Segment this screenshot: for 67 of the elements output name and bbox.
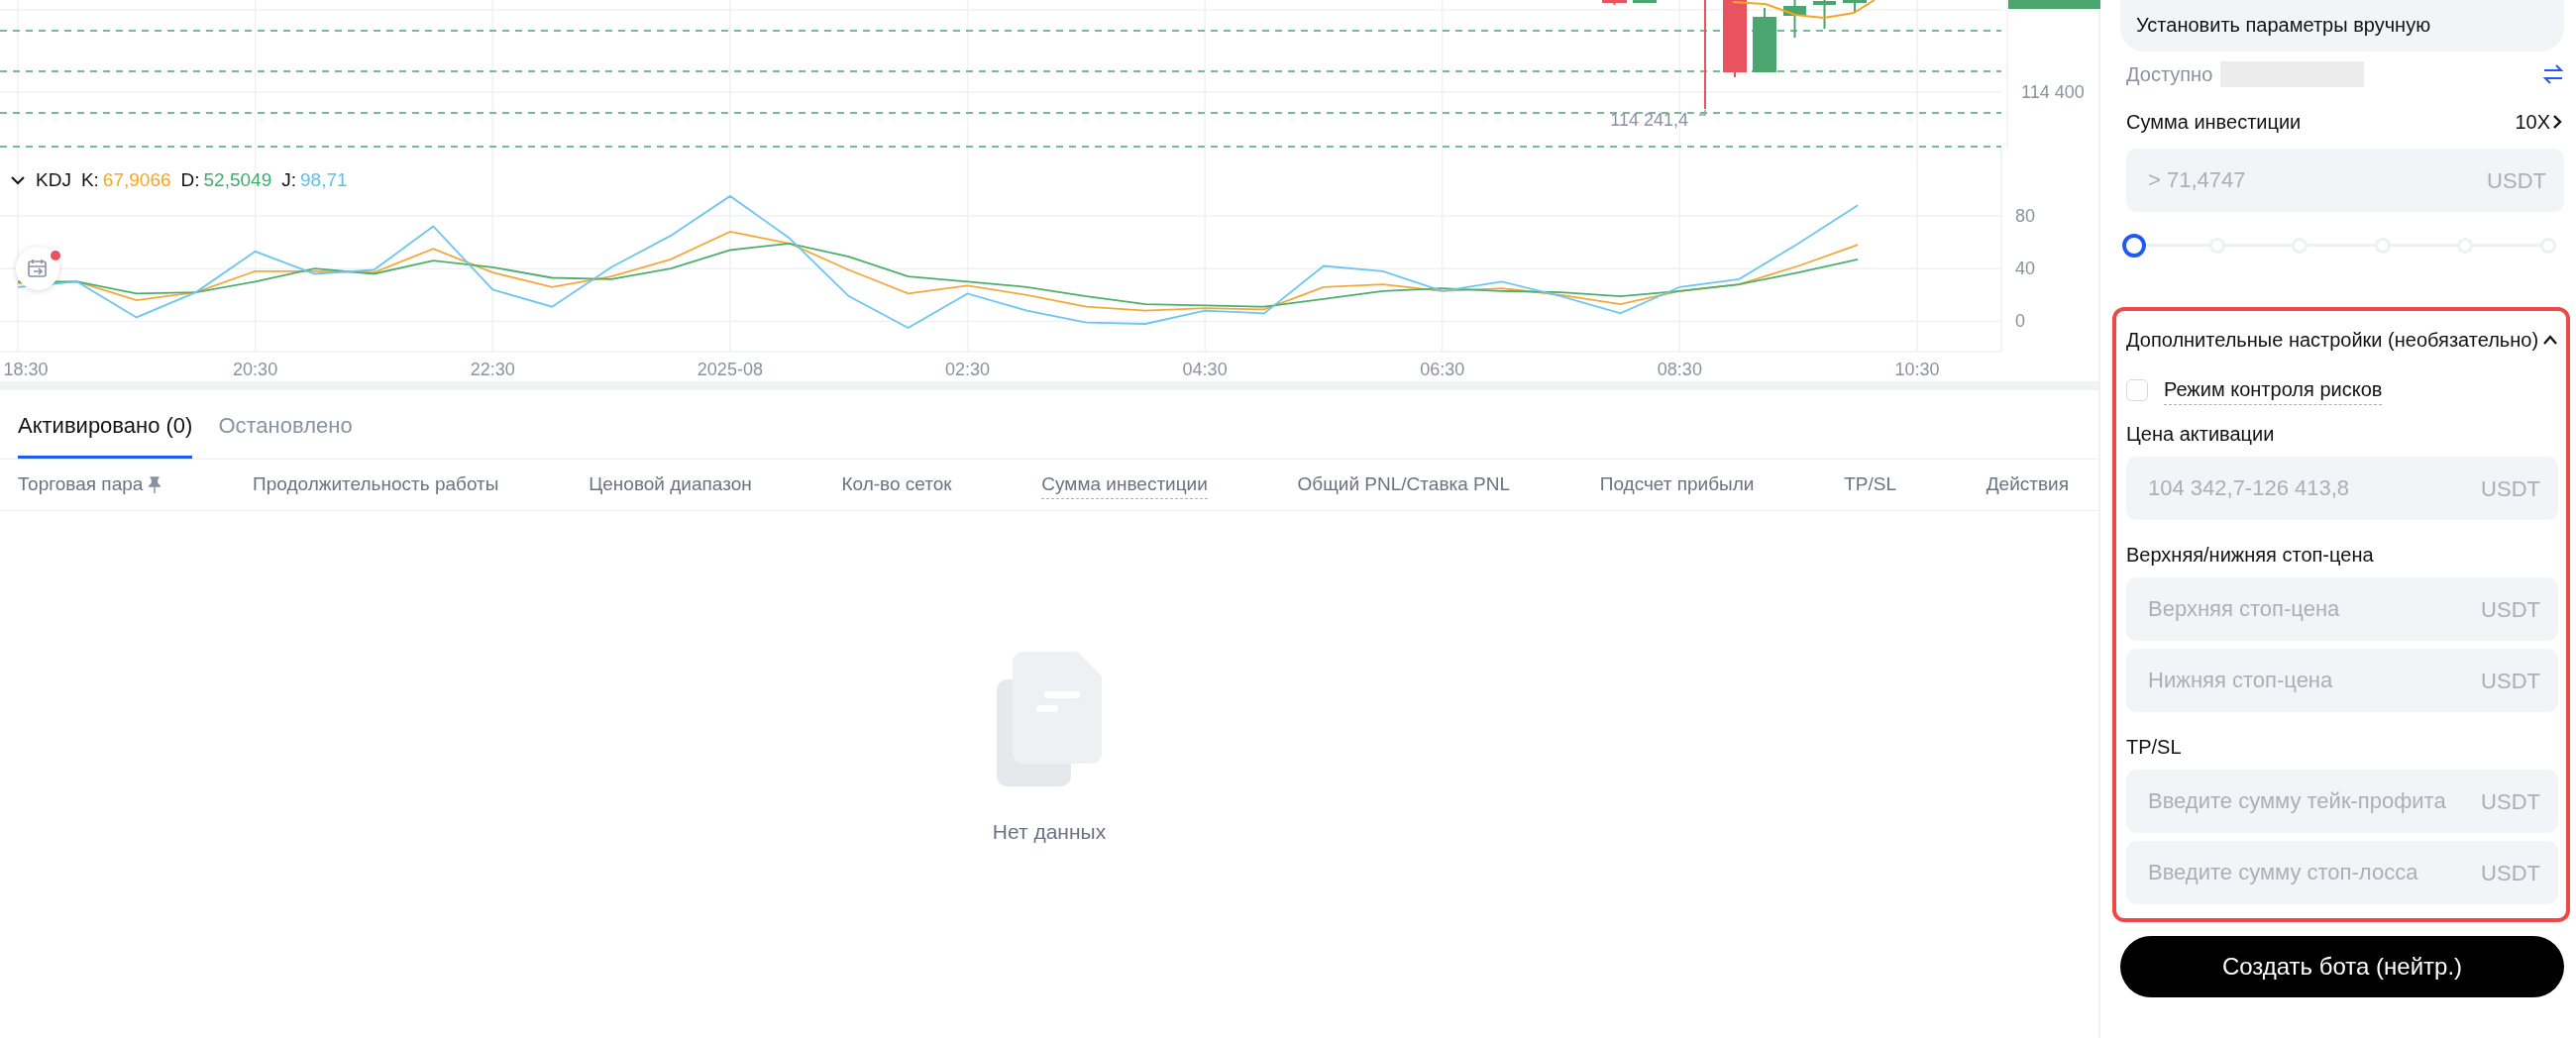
axis-label: 04:30	[1182, 360, 1228, 379]
unit-label: USDT	[2487, 166, 2546, 195]
indicator-value: 98,71	[300, 168, 348, 192]
leverage-link[interactable]: 10X	[2515, 107, 2550, 137]
unit-label: USDT	[2481, 787, 2540, 816]
field-label: Верхняя/нижняя стоп-цена	[2126, 543, 2375, 568]
indicator-label: K:	[80, 168, 99, 192]
chevron-icon[interactable]	[2550, 113, 2564, 131]
low-marker-icon	[1698, 109, 1706, 116]
indicator-name: KDJ	[36, 168, 71, 192]
pin-icon[interactable]	[147, 475, 163, 494]
empty-document-icon	[995, 650, 1104, 788]
manual-settings-card[interactable]: Установить параметры вручную	[2120, 0, 2564, 52]
price-label: 114 241,4	[1610, 110, 1688, 130]
tab[interactable]: Активировано (0)	[18, 409, 193, 459]
candle	[1633, 0, 1657, 4]
checkbox[interactable]	[2126, 378, 2148, 401]
axis-label: 08:30	[1657, 360, 1702, 379]
axis-label: 06:30	[1420, 360, 1465, 379]
column-header: Подсчет прибыли	[1599, 472, 1755, 497]
column-header: Общий PNL/Ставка PNL	[1297, 472, 1510, 497]
column-header: Кол-во сеток	[841, 472, 952, 497]
field-label: Цена активации	[2126, 422, 2276, 447]
axis-label: 80	[2015, 205, 2036, 226]
calendar-icon	[27, 258, 49, 279]
unit-label: USDT	[2481, 474, 2540, 503]
field-label: TP/SL	[2126, 735, 2183, 760]
column-header: TP/SL	[1844, 472, 1896, 497]
notification-dot	[51, 251, 60, 260]
axis-label: 18:30	[3, 360, 49, 379]
column-header: Действия	[1986, 472, 2069, 497]
column-header: Торговая пара	[18, 472, 144, 497]
chevron-icon[interactable]	[2542, 334, 2558, 346]
candle	[1602, 0, 1627, 6]
candle	[1783, 0, 1806, 39]
unit-label: USDT	[2481, 859, 2540, 887]
create-bot-button[interactable]: Создать бота (нейтр.)	[2120, 936, 2564, 997]
axis-label: 02:30	[945, 360, 990, 379]
unit-label: USDT	[2481, 667, 2540, 695]
indicator-value: 52,5049	[203, 168, 272, 192]
axis-label: 22:30	[470, 360, 515, 379]
column-header: Продолжительность работы	[253, 472, 499, 497]
candle	[1753, 7, 1776, 73]
field-label: Сумма инвестиции	[2126, 110, 2303, 135]
candle	[1813, 0, 1836, 30]
candle	[1843, 0, 1867, 13]
axis-label: 40	[2015, 259, 2036, 279]
axis-label: 0	[2015, 311, 2025, 332]
axis-label: 114 400	[2021, 82, 2085, 102]
calendar-button[interactable]	[16, 247, 59, 290]
unit-label: USDT	[2481, 595, 2540, 624]
column-header: Ценовой диапазон	[589, 472, 752, 497]
section-title: Дополнительные настройки (необязательно)	[2126, 328, 2540, 353]
axis-label: 2025-08	[697, 360, 763, 379]
checkbox-label: Режим контроля рисков	[2164, 374, 2383, 405]
axis-label: 10:30	[1894, 360, 1940, 379]
indicator-label: D:	[180, 168, 200, 192]
section-header[interactable]: Дополнительные настройки (необязательно)	[2126, 325, 2558, 355]
indicator-value: 67,9066	[102, 168, 171, 192]
chevron-icon[interactable]	[10, 175, 26, 186]
slider-thumb[interactable]	[2122, 234, 2146, 258]
indicator-label: J:	[281, 168, 296, 192]
axis-label: 20:30	[233, 360, 278, 379]
swap-icon[interactable]	[2542, 63, 2564, 85]
available-label: Доступно	[2126, 62, 2213, 87]
empty-state-text: Нет данных	[992, 819, 1107, 845]
column-header: Сумма инвестиции	[1041, 469, 1208, 500]
